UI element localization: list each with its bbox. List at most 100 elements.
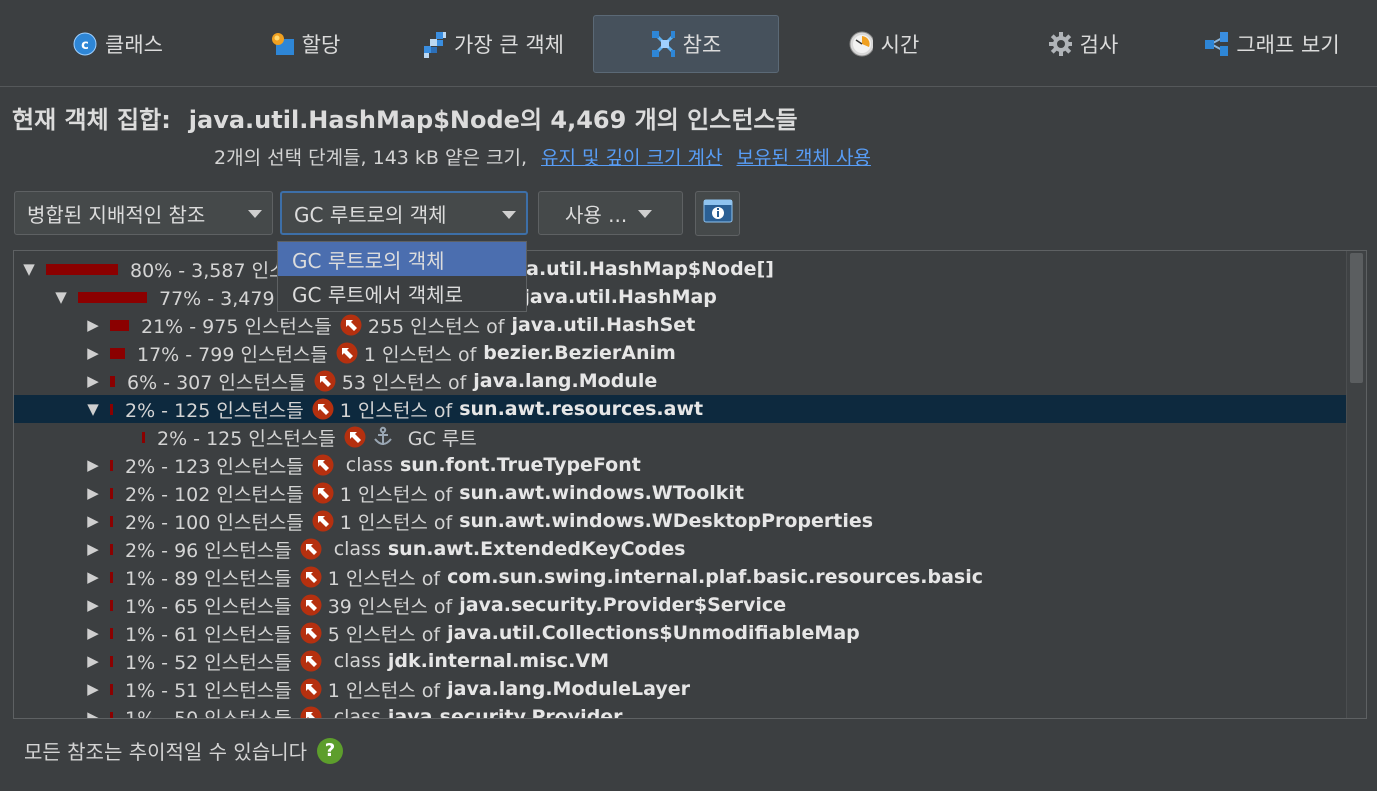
class-icon: c	[73, 32, 97, 56]
reference-holder: 5 인스턴스 of	[327, 623, 441, 646]
help-icon[interactable]: ?	[317, 737, 344, 764]
reference-holder: 39 인스턴스 of	[327, 595, 453, 618]
vertical-scrollbar[interactable]	[1346, 251, 1366, 718]
class-name: sun.font.TrueTypeFont	[399, 454, 641, 476]
instance-stats: 1% - 89 인스턴스들	[125, 567, 292, 590]
tree-row[interactable]: ▼ 2% - 125 인스턴스들 1 인스턴스 of sun.awt.resource…	[14, 395, 1347, 423]
share-bar	[110, 347, 125, 359]
gc-root-anchor-icon	[372, 426, 394, 448]
collapse-toggle-icon[interactable]: ▶	[84, 652, 102, 670]
tree-row[interactable]: ▶ 2% - 100 인스턴스들 1 인스턴스 of sun.awt.windows.…	[14, 507, 1347, 535]
tree-row[interactable]: ▼77% - 3,479 인스턴스들1 인스턴스 ofjava.util.Has…	[14, 283, 1347, 311]
direction-option-from-gc-root[interactable]: GC 루트에서 객체로	[278, 276, 526, 310]
tree-row[interactable]: ▶ 1% - 61 인스턴스들 5 인스턴스 of java.util.Collect…	[14, 619, 1347, 647]
reference-arrow-icon	[300, 538, 322, 560]
tab-inspection[interactable]: 검사	[985, 15, 1181, 73]
direction-dropdown-list: GC 루트로의 객체 GC 루트에서 객체로	[277, 241, 527, 312]
tree-row[interactable]: ▶ 2% - 123 인스턴스들 class sun.font.TrueTypeFon…	[14, 451, 1347, 479]
expand-toggle-icon[interactable]: ▼	[84, 400, 102, 418]
expand-toggle-icon[interactable]: ▼	[52, 288, 70, 306]
instance-stats: 2% - 123 인스턴스들	[125, 455, 304, 478]
tab-classes[interactable]: c 클래스	[20, 15, 216, 73]
collapse-toggle-icon[interactable]: ▶	[84, 624, 102, 642]
collapse-toggle-icon[interactable]: ▶	[84, 484, 102, 502]
time-icon	[849, 31, 873, 57]
tree-row[interactable]: 2% - 125 인스턴스들 GC 루트	[14, 423, 1347, 451]
reference-arrow-icon	[344, 426, 366, 448]
reference-holder: 53 인스턴스 of	[341, 371, 467, 394]
tab-time[interactable]: 시간	[786, 15, 982, 73]
tab-references[interactable]: 참조	[593, 15, 779, 73]
tree-row[interactable]: ▶ 2% - 96 인스턴스들 class sun.awt.ExtendedKeyCo…	[14, 535, 1347, 563]
tree-row[interactable]: ▶ 1% - 52 인스턴스들 class jdk.internal.misc.VM	[14, 647, 1347, 675]
tree-row[interactable]: ▶ 1% - 89 인스턴스들 1 인스턴스 of com.sun.swing.int…	[14, 563, 1347, 591]
share-bar	[110, 459, 113, 471]
instance-stats: 2% - 96 인스턴스들	[125, 539, 292, 562]
references-icon	[651, 31, 675, 57]
collapse-toggle-icon[interactable]: ▶	[84, 372, 102, 390]
info-button[interactable]	[695, 191, 740, 236]
tree-row[interactable]: ▶ 2% - 102 인스턴스들 1 인스턴스 of sun.awt.windows.…	[14, 479, 1347, 507]
share-bar	[110, 515, 113, 527]
collapse-toggle-icon[interactable]: ▶	[84, 344, 102, 362]
svg-text:c: c	[81, 38, 89, 53]
view-mode-select[interactable]: 병합된 지배적인 참조	[14, 191, 273, 235]
reference-arrow-icon	[340, 314, 362, 336]
direction-option-to-gc-root[interactable]: GC 루트로의 객체	[278, 242, 526, 276]
tree-row[interactable]: ▼80% - 3,587 인스턴스들1 인스턴스 ofjava.util.Has…	[14, 255, 1347, 283]
tree-row[interactable]: ▶ 1% - 51 인스턴스들 1 인스턴스 of java.lang.ModuleL…	[14, 675, 1347, 703]
class-name: sun.awt.windows.WToolkit	[459, 482, 745, 504]
share-bar	[110, 711, 113, 718]
tab-biggest-objects[interactable]: 가장 큰 객체	[395, 15, 591, 73]
view-mode-value: 병합된 지배적인 참조	[27, 202, 206, 227]
class-name: java.lang.ModuleLayer	[447, 678, 691, 700]
chevron-down-icon	[638, 210, 652, 218]
class-name: sun.awt.windows.WDesktopProperties	[459, 510, 874, 532]
reference-holder: class	[333, 538, 381, 560]
class-name: java.util.Collections$UnmodifiableMap	[447, 622, 860, 644]
reference-arrow-icon	[300, 594, 322, 616]
share-bar	[46, 263, 118, 275]
class-name: java.security.Provider$Service	[459, 594, 787, 616]
tab-label: 검사	[1079, 33, 1119, 57]
collapse-toggle-icon[interactable]: ▶	[84, 540, 102, 558]
calc-retained-sizes-link[interactable]: 유지 및 깊이 크기 계산	[541, 147, 722, 169]
scrollbar-thumb[interactable]	[1350, 253, 1363, 383]
reference-arrow-icon	[312, 398, 334, 420]
reference-arrow-icon	[336, 342, 358, 364]
collapse-toggle-icon[interactable]: ▶	[84, 456, 102, 474]
share-bar	[110, 683, 113, 695]
collapse-toggle-icon[interactable]: ▶	[84, 512, 102, 530]
tree-row[interactable]: ▶ 6% - 307 인스턴스들 53 인스턴스 of java.lang.Modul…	[14, 367, 1347, 395]
chevron-down-icon	[248, 210, 262, 218]
share-bar	[110, 403, 113, 415]
reference-arrow-icon	[300, 566, 322, 588]
instance-stats: 1% - 51 인스턴스들	[125, 679, 292, 702]
status-footer: 모든 참조는 추이적일 수 있습니다 ?	[24, 736, 344, 765]
tab-label: 참조	[682, 33, 722, 57]
collapse-toggle-icon[interactable]: ▶	[84, 708, 102, 718]
instance-stats: 2% - 125 인스턴스들	[157, 427, 336, 450]
use-retained-objects-link[interactable]: 보유된 객체 사용	[736, 147, 870, 169]
reference-arrow-icon	[300, 650, 322, 672]
tab-allocation[interactable]: 할당	[215, 15, 395, 73]
tab-graph[interactable]: 그래프 보기	[1184, 15, 1360, 73]
expand-toggle-icon[interactable]: ▼	[20, 260, 38, 278]
reference-arrow-icon	[312, 482, 334, 504]
tree-row[interactable]: ▶ 1% - 50 인스턴스들 class java.security.Provide…	[14, 703, 1347, 718]
allocation-icon	[270, 32, 294, 56]
tab-label: 할당	[301, 33, 341, 57]
collapse-toggle-icon[interactable]: ▶	[84, 680, 102, 698]
direction-select[interactable]: GC 루트로의 객체	[280, 191, 528, 235]
use-menu-button[interactable]: 사용 ...	[538, 191, 683, 235]
instance-stats: 21% - 975 인스턴스들	[141, 315, 332, 338]
collapse-toggle-icon[interactable]: ▶	[84, 568, 102, 586]
tree-row[interactable]: ▶ 1% - 65 인스턴스들 39 인스턴스 of java.security.Pr…	[14, 591, 1347, 619]
collapse-toggle-icon[interactable]: ▶	[84, 316, 102, 334]
reference-tree[interactable]: ▼80% - 3,587 인스턴스들1 인스턴스 ofjava.util.Has…	[13, 250, 1367, 719]
tree-row[interactable]: ▶ 21% - 975 인스턴스들 255 인스턴스 of java.util.Has…	[14, 311, 1347, 339]
share-bar	[78, 291, 147, 303]
collapse-toggle-icon[interactable]: ▶	[84, 596, 102, 614]
share-bar	[110, 571, 113, 583]
tree-row[interactable]: ▶ 17% - 799 인스턴스들 1 인스턴스 of bezier.BezierAn…	[14, 339, 1347, 367]
